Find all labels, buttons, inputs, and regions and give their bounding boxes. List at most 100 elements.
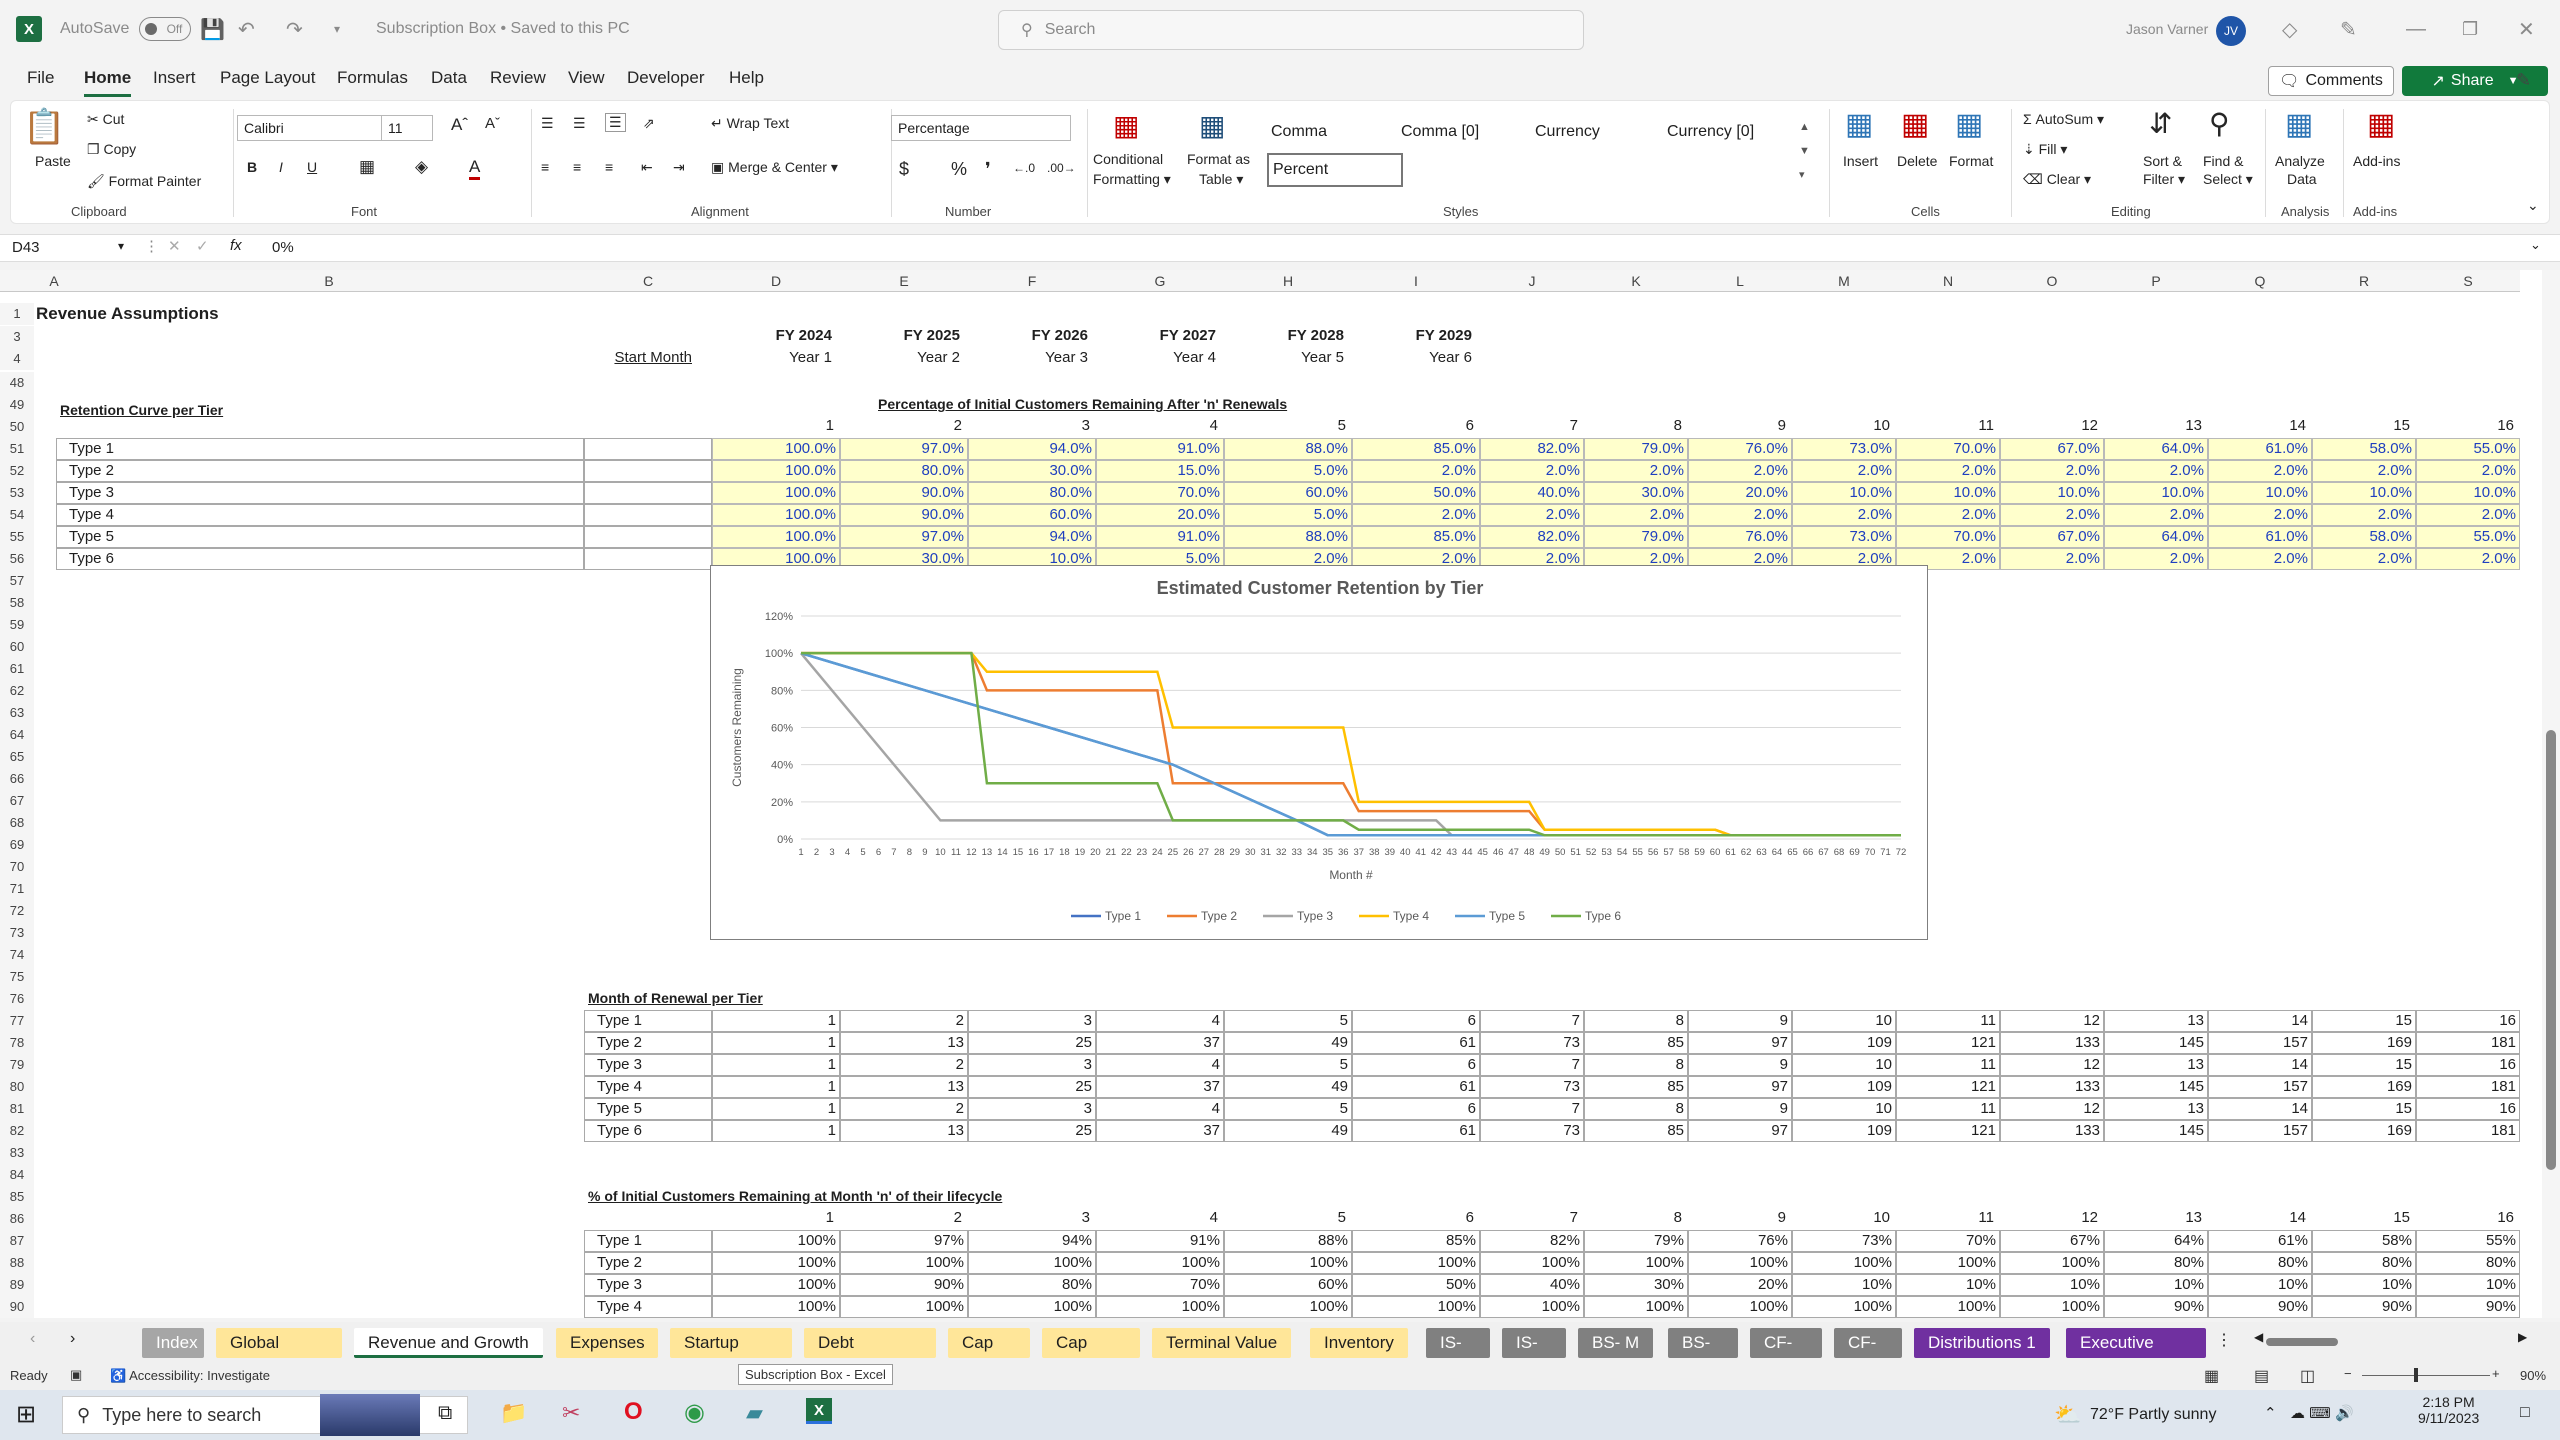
month-renewal-cell[interactable]: 16: [2416, 1010, 2520, 1032]
month-renewal-cell[interactable]: 133: [2000, 1076, 2104, 1098]
row-header-50[interactable]: 50: [0, 416, 34, 438]
fill-color-icon[interactable]: ◈: [415, 157, 428, 177]
month-renewal-cell[interactable]: 97: [1688, 1120, 1792, 1142]
pct-remaining-cell[interactable]: 100%: [1096, 1296, 1224, 1318]
month-renewal-cell[interactable]: 133: [2000, 1032, 2104, 1054]
sheet-tab-is-a[interactable]: IS- A: [1502, 1328, 1566, 1358]
retention-cell[interactable]: 100.0%: [712, 504, 840, 526]
font-color-icon[interactable]: A: [469, 157, 481, 180]
pct-remaining-cell[interactable]: 100%: [1224, 1252, 1352, 1274]
month-renewal-cell[interactable]: 25: [968, 1120, 1096, 1142]
pct-remaining-cell[interactable]: 85%: [1352, 1230, 1480, 1252]
font-name-select[interactable]: Calibri: [237, 115, 387, 141]
scroll-left-icon[interactable]: ◀: [2254, 1330, 2263, 1344]
find-select-icon[interactable]: ⚲: [2209, 107, 2230, 140]
retention-cell[interactable]: 64.0%: [2104, 526, 2208, 548]
retention-cell[interactable]: 64.0%: [2104, 438, 2208, 460]
orientation-icon[interactable]: ⇗: [643, 115, 655, 132]
pct-remaining-cell[interactable]: 10%: [2104, 1274, 2208, 1296]
retention-cell[interactable]: 2.0%: [2312, 504, 2416, 526]
retention-cell[interactable]: 100.0%: [712, 526, 840, 548]
month-renewal-cell[interactable]: 7: [1480, 1098, 1584, 1120]
retention-cell[interactable]: 91.0%: [1096, 438, 1224, 460]
month-renewal-cell[interactable]: 15: [2312, 1010, 2416, 1032]
pct-remaining-cell[interactable]: 10%: [2416, 1274, 2520, 1296]
row-header-58[interactable]: 58: [0, 592, 34, 614]
pct-remaining-cell[interactable]: 10%: [2312, 1274, 2416, 1296]
align-bottom-icon[interactable]: ☰: [605, 113, 626, 132]
column-header-p[interactable]: P: [2104, 270, 2208, 292]
month-renewal-cell[interactable]: 61: [1352, 1120, 1480, 1142]
column-header-g[interactable]: G: [1096, 270, 1224, 292]
currency-icon[interactable]: $: [899, 159, 909, 180]
row-header-71[interactable]: 71: [0, 878, 34, 900]
retention-cell[interactable]: 2.0%: [2208, 460, 2312, 482]
sheet-tab-bs-m[interactable]: BS- M: [1578, 1328, 1654, 1358]
row-header-88[interactable]: 88: [0, 1252, 34, 1274]
retention-cell[interactable]: 2.0%: [2416, 460, 2520, 482]
retention-cell[interactable]: 15.0%: [1096, 460, 1224, 482]
month-renewal-cell[interactable]: 145: [2104, 1032, 2208, 1054]
autosave-toggle[interactable]: AutoSave Off: [60, 0, 192, 58]
pct-remaining-cell[interactable]: 100%: [1224, 1296, 1352, 1318]
month-renewal-cell[interactable]: 109: [1792, 1032, 1896, 1054]
row-header-62[interactable]: 62: [0, 680, 34, 702]
month-renewal-cell[interactable]: 13: [840, 1120, 968, 1142]
sheet-tab-terminal-value[interactable]: Terminal Value: [1152, 1328, 1292, 1358]
cancel-icon[interactable]: ✕: [168, 237, 181, 255]
autosum-button[interactable]: Σ AutoSum ▾: [2023, 111, 2104, 128]
insert-cells-button[interactable]: Insert: [1843, 153, 1878, 169]
month-renewal-cell[interactable]: 169: [2312, 1120, 2416, 1142]
file-explorer-icon[interactable]: 📁: [500, 1400, 527, 1426]
column-header-q[interactable]: Q: [2208, 270, 2312, 292]
retention-cell[interactable]: 76.0%: [1688, 526, 1792, 548]
chrome-icon[interactable]: ◉: [684, 1398, 705, 1427]
pct-remaining-cell[interactable]: 100%: [712, 1296, 840, 1318]
sort-filter-icon[interactable]: ⇵: [2149, 107, 2172, 140]
month-renewal-cell[interactable]: 6: [1352, 1054, 1480, 1076]
sheet-tab-distributions-1[interactable]: Distributions 1: [1914, 1328, 2050, 1358]
find-select-button[interactable]: Find &: [2203, 153, 2243, 169]
row-header-68[interactable]: 68: [0, 812, 34, 834]
increase-font-icon[interactable]: Aˆ: [451, 115, 468, 135]
month-renewal-cell[interactable]: 181: [2416, 1120, 2520, 1142]
month-renewal-cell[interactable]: 12: [2000, 1010, 2104, 1032]
retention-cell[interactable]: 67.0%: [2000, 526, 2104, 548]
month-renewal-cell[interactable]: 25: [968, 1076, 1096, 1098]
month-renewal-cell[interactable]: 12: [2000, 1054, 2104, 1076]
pct-remaining-cell[interactable]: 100%: [712, 1252, 840, 1274]
month-renewal-cell[interactable]: 109: [1792, 1120, 1896, 1142]
month-renewal-cell[interactable]: 1: [712, 1120, 840, 1142]
month-renewal-cell[interactable]: 10: [1792, 1054, 1896, 1076]
month-renewal-cell[interactable]: 157: [2208, 1120, 2312, 1142]
sheet-tab-cf-m[interactable]: CF- M: [1750, 1328, 1822, 1358]
retention-cell[interactable]: 10.0%: [2104, 482, 2208, 504]
retention-cell[interactable]: 82.0%: [1480, 438, 1584, 460]
retention-cell[interactable]: 2.0%: [2208, 548, 2312, 570]
month-renewal-cell[interactable]: 1: [712, 1098, 840, 1120]
retention-cell[interactable]: 94.0%: [968, 526, 1096, 548]
month-renewal-cell[interactable]: 1: [712, 1010, 840, 1032]
pct-remaining-cell[interactable]: 100%: [1352, 1252, 1480, 1274]
month-renewal-cell[interactable]: 181: [2416, 1076, 2520, 1098]
retention-cell[interactable]: 2.0%: [1792, 504, 1896, 526]
column-header-i[interactable]: I: [1352, 270, 1480, 292]
month-renewal-cell[interactable]: 145: [2104, 1076, 2208, 1098]
month-renewal-cell[interactable]: 7: [1480, 1054, 1584, 1076]
zoom-slider-thumb[interactable]: [2414, 1368, 2418, 1382]
pct-remaining-cell[interactable]: 60%: [1224, 1274, 1352, 1296]
month-renewal-cell[interactable]: 13: [2104, 1054, 2208, 1076]
retention-cell[interactable]: 73.0%: [1792, 438, 1896, 460]
month-renewal-cell[interactable]: 1: [712, 1054, 840, 1076]
month-renewal-cell[interactable]: 61: [1352, 1032, 1480, 1054]
format-as-table-line2[interactable]: Table ▾: [1199, 171, 1243, 188]
merge-center-button[interactable]: ▣ Merge & Center ▾: [711, 159, 838, 176]
paste-icon[interactable]: 📋: [23, 107, 65, 147]
retention-cell[interactable]: 55.0%: [2416, 526, 2520, 548]
pct-remaining-cell[interactable]: 90%: [2208, 1296, 2312, 1318]
month-renewal-cell[interactable]: 2: [840, 1054, 968, 1076]
month-renewal-cell[interactable]: 11: [1896, 1054, 2000, 1076]
retention-cell[interactable]: 85.0%: [1352, 526, 1480, 548]
pct-remaining-cell[interactable]: 76%: [1688, 1230, 1792, 1252]
retention-cell[interactable]: 50.0%: [1352, 482, 1480, 504]
